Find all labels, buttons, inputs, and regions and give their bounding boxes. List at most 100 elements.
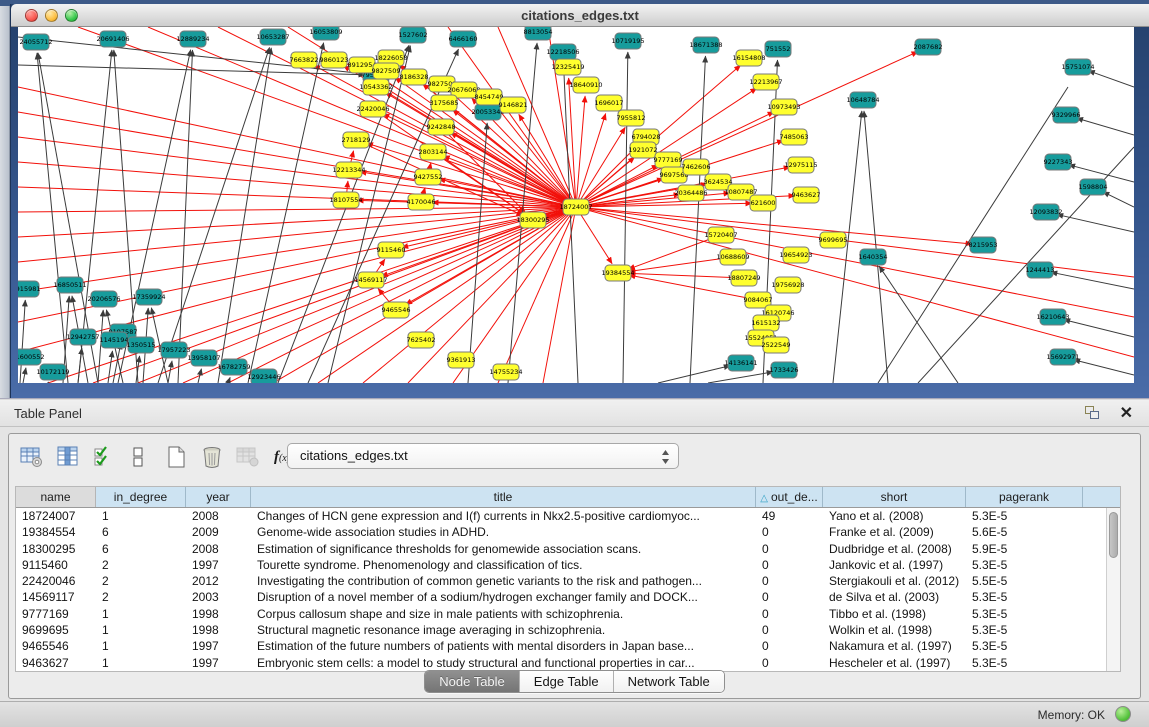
graph-edge[interactable]: [78, 348, 82, 383]
table-cell: 18724007: [16, 508, 96, 524]
graph-edge[interactable]: [1051, 272, 1134, 289]
graph-edge[interactable]: [576, 113, 606, 207]
vertical-scrollbar[interactable]: [1106, 508, 1120, 671]
graph-edge[interactable]: [37, 53, 68, 383]
graph-edge[interactable]: [408, 207, 576, 383]
column-header-out-de-[interactable]: △out_de...: [756, 487, 823, 507]
graph-edge[interactable]: [158, 47, 270, 383]
graph-edge[interactable]: [569, 78, 576, 207]
graph-node-label: 1350515: [127, 341, 156, 349]
graph-edge[interactable]: [576, 207, 1134, 357]
column-header-pagerank[interactable]: pagerank: [966, 487, 1083, 507]
graph-node-label: 3624534: [704, 178, 733, 186]
table-settings-icon[interactable]: [17, 442, 47, 472]
column-header-short[interactable]: short: [823, 487, 966, 507]
table-row[interactable]: 911546021997Tourette syndrome. Phenomeno…: [16, 557, 1120, 573]
graph-node-label: 22420046: [356, 105, 389, 113]
graph-edge[interactable]: [248, 43, 324, 383]
graph-edge[interactable]: [20, 300, 25, 383]
table-row[interactable]: 946362711997Embryonic stem cells: a mode…: [16, 655, 1120, 671]
graph-node-label: 19756928: [771, 281, 804, 289]
graph-node-label: 12213344: [332, 166, 365, 174]
graph-node-label: 18300295: [516, 216, 549, 224]
table-cell: 2003: [186, 589, 251, 605]
graph-edge[interactable]: [367, 143, 576, 207]
row-height-icon[interactable]: [123, 442, 153, 472]
table-toolbar: f(x) citations_edges.txt: [9, 434, 1140, 480]
table-cell: de Silva et al. (2003): [823, 589, 966, 605]
graph-edge[interactable]: [402, 207, 576, 248]
table-row[interactable]: 946554611997Estimation of the future num…: [16, 638, 1120, 654]
graph-edge[interactable]: [628, 235, 721, 269]
table-row[interactable]: 1456911722003Disruption of a novel membe…: [16, 589, 1120, 605]
delete-icon[interactable]: [197, 442, 227, 472]
column-header-name[interactable]: name: [16, 487, 96, 507]
graph-edge[interactable]: [878, 87, 1068, 383]
graph-edge[interactable]: [1057, 214, 1134, 232]
scrollbar-thumb[interactable]: [1109, 512, 1118, 558]
graph-node-label: 16154808: [732, 54, 765, 62]
table-cell: 9465546: [16, 638, 96, 654]
graph-node-label: 2087682: [914, 43, 943, 51]
graph-edge[interactable]: [108, 351, 112, 383]
graph-edge[interactable]: [23, 368, 26, 383]
graph-edge[interactable]: [328, 46, 410, 383]
graph-node-label: 19654923: [779, 251, 812, 259]
graph-edge[interactable]: [1074, 360, 1134, 375]
table-select-dropdown[interactable]: citations_edges.txt: [287, 443, 679, 469]
column-header-title[interactable]: title: [251, 487, 756, 507]
table-row[interactable]: 1830029562008Estimation of significance …: [16, 541, 1120, 557]
graph-edge[interactable]: [1064, 320, 1134, 337]
graph-node-label: 12325419: [551, 63, 584, 71]
new-file-icon[interactable]: [161, 442, 191, 472]
graph-node-label: 8813054: [524, 28, 553, 36]
table-row[interactable]: 1938455462009Genome-wide association stu…: [16, 524, 1120, 540]
graph-edge[interactable]: [879, 266, 958, 383]
tab-network-table[interactable]: Network Table: [614, 671, 724, 692]
graph-edge[interactable]: [1077, 118, 1134, 135]
table-row[interactable]: 977716911998Corpus callosum shape and si…: [16, 606, 1120, 622]
column-header-year[interactable]: year: [186, 487, 251, 507]
graph-edge[interactable]: [1103, 192, 1134, 207]
tab-edge-table[interactable]: Edge Table: [520, 671, 614, 692]
table-cell: 6: [96, 524, 186, 540]
table-cell: 0: [756, 589, 823, 605]
memory-status-label: Memory: OK: [1038, 708, 1105, 722]
table-row[interactable]: 969969511998Structural magnetic resonanc…: [16, 622, 1120, 638]
graph-node-label: 7955812: [617, 114, 646, 122]
column-header-label: name: [40, 490, 70, 504]
graph-edge[interactable]: [278, 45, 409, 383]
window-titlebar[interactable]: citations_edges.txt: [11, 4, 1149, 27]
graph-edge[interactable]: [658, 366, 730, 383]
window-title: citations_edges.txt: [11, 8, 1149, 23]
graph-edge[interactable]: [576, 96, 585, 207]
node-table: name in_degree year title△out_de...shortpag…: [15, 486, 1121, 672]
table-cell: Dudbridge et al. (2008): [823, 541, 966, 557]
column-header-in-degree[interactable]: in_degree: [96, 487, 186, 507]
graph-node-label: 9465546: [382, 306, 411, 314]
graph-edge[interactable]: [1088, 71, 1134, 87]
select-columns-icon[interactable]: [89, 442, 119, 472]
graph-node-label: 1615132: [752, 319, 781, 327]
column-chooser-icon[interactable]: [53, 442, 83, 472]
column-header-label: year: [206, 490, 229, 504]
table-cell: 2: [96, 589, 186, 605]
tab-node-table[interactable]: Node Table: [425, 671, 520, 692]
table-cell: 6: [96, 541, 186, 557]
network-window: citations_edges.txt 18724007183002951938…: [10, 4, 1149, 398]
graph-node-label: 14136141: [724, 359, 757, 367]
graph-edge[interactable]: [18, 162, 576, 207]
graph-edge[interactable]: [864, 111, 888, 383]
graph-node-label: 16850511: [53, 281, 86, 289]
graph-edge[interactable]: [168, 361, 172, 383]
table-row[interactable]: 1872400712008Changes of HCN gene express…: [16, 508, 1120, 524]
table-cell: Tourette syndrome. Phenomenology and cla…: [251, 557, 756, 573]
network-canvas[interactable]: 1872400718300295193845542405571220691406…: [18, 27, 1134, 383]
graph-node-label: 20691406: [96, 35, 129, 43]
graph-edge[interactable]: [690, 56, 705, 383]
graph-node-label: 10172119: [36, 368, 69, 376]
close-panel-icon[interactable]: ✕: [1120, 403, 1133, 423]
float-panel-icon[interactable]: [1085, 406, 1101, 421]
table-row[interactable]: 2242004622012Investigating the contribut…: [16, 573, 1120, 589]
graph-edge[interactable]: [576, 207, 972, 244]
